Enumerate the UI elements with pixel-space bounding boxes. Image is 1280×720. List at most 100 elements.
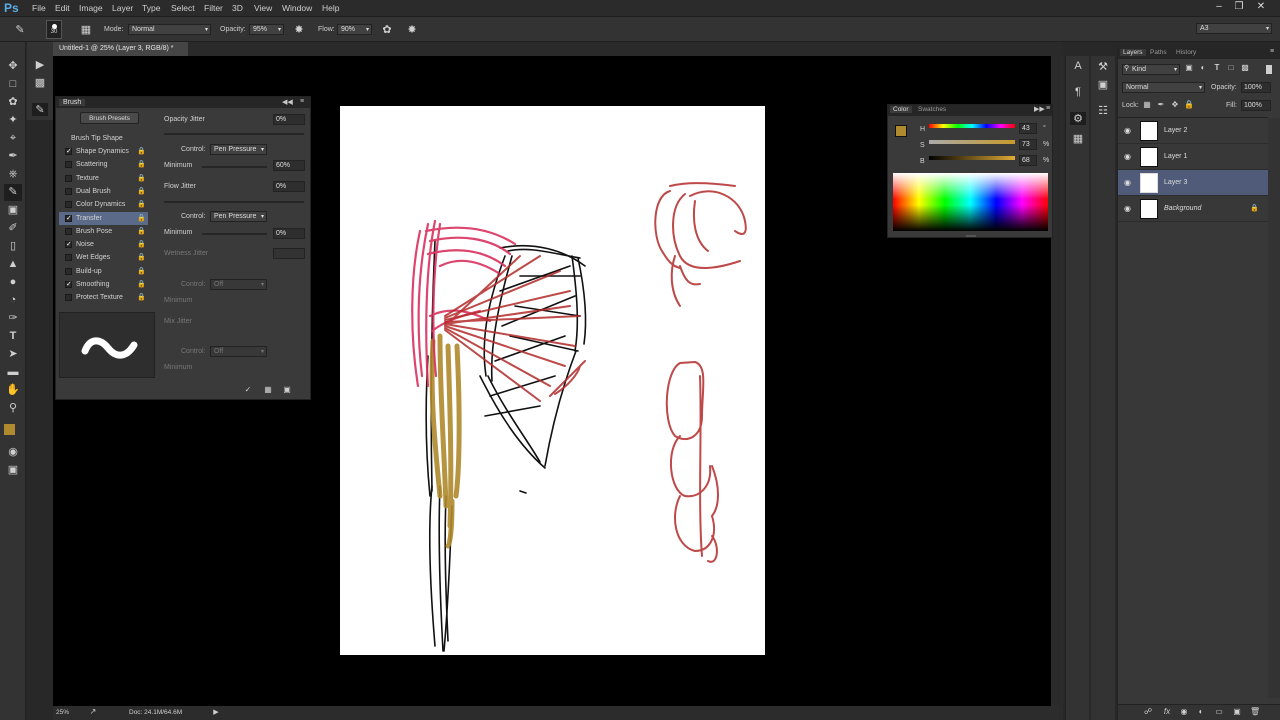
lock-all-icon[interactable]: 🔒 bbox=[1184, 100, 1194, 109]
brush-option-transfer[interactable]: ✓ Transfer 🔒 bbox=[59, 211, 148, 225]
brush-option-protect-texture[interactable]: Protect Texture 🔒 bbox=[59, 291, 148, 304]
airbrush-icon[interactable]: ✿ bbox=[380, 23, 394, 36]
workspace-dropdown[interactable]: A3 bbox=[1196, 23, 1272, 34]
color-panel-resize-handle[interactable] bbox=[966, 235, 976, 237]
color-spectrum[interactable] bbox=[893, 173, 1048, 231]
lock-icon[interactable]: 🔒 bbox=[137, 187, 146, 195]
hue-value[interactable]: 43 bbox=[1019, 123, 1037, 134]
flow-minimum-slider[interactable] bbox=[202, 233, 267, 235]
layer-blend-mode-dropdown[interactable]: Normal bbox=[1122, 82, 1205, 93]
lock-icon[interactable]: 🔒 bbox=[137, 174, 146, 182]
hand-tool-icon[interactable]: ✋ bbox=[4, 382, 22, 399]
flow-input[interactable]: 90% bbox=[337, 24, 372, 35]
menu-select[interactable]: Select bbox=[171, 3, 195, 13]
brush-dock-icon[interactable]: ✎ bbox=[32, 103, 48, 116]
brush-tool-icon[interactable]: ✎ bbox=[4, 184, 22, 201]
layer-filter-kind-dropdown[interactable]: ⚲ Kind bbox=[1122, 64, 1180, 75]
restore-icon[interactable]: ❐ bbox=[1230, 1, 1248, 14]
crop-tool-icon[interactable]: ⌖ bbox=[4, 130, 22, 147]
visibility-eye-icon[interactable]: ◉ bbox=[1124, 152, 1131, 161]
new-preset-icon[interactable]: ▣ bbox=[281, 385, 293, 394]
filter-smart-object-icon[interactable]: ▩ bbox=[1240, 63, 1250, 72]
history-brush-tool-icon[interactable]: ✐ bbox=[4, 220, 22, 237]
canvas[interactable] bbox=[340, 106, 765, 655]
brush-option-brush-pose[interactable]: Brush Pose 🔒 bbox=[59, 225, 148, 238]
brush-option-wet-edges[interactable]: Wet Edges 🔒 bbox=[59, 251, 148, 264]
move-tool-icon[interactable]: ✥ bbox=[4, 58, 22, 75]
mode-dropdown[interactable]: Normal bbox=[128, 24, 211, 35]
menu-help[interactable]: Help bbox=[322, 3, 339, 13]
lock-icon[interactable]: 🔒 bbox=[137, 214, 146, 222]
adjustment-layer-icon[interactable]: ◐ bbox=[1196, 707, 1206, 716]
paragraph-panel-icon[interactable]: ¶ bbox=[1070, 86, 1086, 98]
status-menu-arrow-icon[interactable]: ▶ bbox=[211, 708, 221, 716]
layer-row-background[interactable]: ◉ Background 🔒 bbox=[1118, 196, 1268, 222]
opacity-jitter-slider[interactable] bbox=[164, 133, 304, 135]
opacity-control-dropdown[interactable]: Pen Pressure bbox=[210, 144, 267, 155]
pressure-opacity-icon[interactable]: ✸ bbox=[292, 23, 306, 36]
lock-icon[interactable]: 🔒 bbox=[137, 293, 146, 301]
opacity-input[interactable]: 95% bbox=[249, 24, 284, 35]
brush-option-color-dynamics[interactable]: Color Dynamics 🔒 bbox=[59, 198, 148, 211]
healing-tool-icon[interactable]: ⎈ bbox=[4, 166, 22, 183]
lock-icon[interactable]: 🔒 bbox=[137, 280, 146, 288]
collapse-panel-icon[interactable]: ◀◀ bbox=[282, 98, 293, 106]
clone-source-icon[interactable]: ⚙ bbox=[1070, 112, 1086, 125]
character-panel-icon[interactable]: A bbox=[1070, 60, 1086, 72]
flow-jitter-slider[interactable] bbox=[164, 201, 304, 203]
saturation-value[interactable]: 73 bbox=[1019, 139, 1037, 150]
share-icon[interactable]: ↗ bbox=[88, 707, 98, 716]
flow-jitter-value[interactable]: 0% bbox=[273, 181, 305, 192]
filter-adjustment-icon[interactable]: ◐ bbox=[1198, 63, 1208, 72]
new-group-icon[interactable]: ▭ bbox=[1214, 707, 1224, 716]
opacity-jitter-value[interactable]: 0% bbox=[273, 114, 305, 125]
menu-filter[interactable]: Filter bbox=[204, 3, 223, 13]
properties-icon[interactable]: ☷ bbox=[1095, 104, 1111, 117]
brush-option-noise[interactable]: ✓ Noise 🔒 bbox=[59, 238, 148, 251]
lock-position-icon[interactable]: ✥ bbox=[1170, 100, 1180, 109]
checkbox[interactable] bbox=[65, 267, 72, 275]
blur-tool-icon[interactable]: ● bbox=[4, 274, 22, 291]
menu-view[interactable]: View bbox=[254, 3, 272, 13]
menu-edit[interactable]: Edit bbox=[55, 3, 70, 13]
lock-icon[interactable]: 🔒 bbox=[137, 200, 146, 208]
toggle-grid-icon[interactable]: ▦ bbox=[262, 385, 274, 394]
dodge-tool-icon[interactable]: ◔ bbox=[4, 292, 22, 309]
brush-option-scattering[interactable]: Scattering 🔒 bbox=[59, 158, 148, 171]
lock-icon[interactable]: 🔒 bbox=[137, 160, 146, 168]
checkbox[interactable] bbox=[65, 161, 72, 169]
lock-transparent-icon[interactable]: ▦ bbox=[1142, 100, 1152, 109]
layers-menu-icon[interactable]: ≡ bbox=[1270, 48, 1274, 55]
lock-pixels-icon[interactable]: ✒ bbox=[1156, 100, 1166, 109]
layer-style-icon[interactable]: fx bbox=[1161, 707, 1173, 716]
hue-slider[interactable] bbox=[929, 124, 1015, 128]
color-foreground-swatch[interactable] bbox=[895, 125, 907, 137]
opacity-minimum-slider[interactable] bbox=[202, 166, 267, 168]
opacity-minimum-value[interactable]: 60% bbox=[273, 160, 305, 171]
checkbox[interactable] bbox=[65, 187, 72, 195]
layers-scrollbar[interactable] bbox=[1268, 118, 1280, 698]
lock-icon[interactable]: 🔒 bbox=[137, 267, 146, 275]
brightness-slider[interactable] bbox=[929, 156, 1015, 160]
saturation-slider[interactable] bbox=[929, 140, 1015, 144]
checkbox[interactable] bbox=[65, 201, 72, 209]
filter-toggle[interactable] bbox=[1266, 65, 1272, 74]
panel-menu-icon[interactable]: ≡ bbox=[300, 98, 304, 105]
checkbox[interactable] bbox=[65, 294, 72, 302]
path-select-tool-icon[interactable]: ➤ bbox=[4, 346, 22, 363]
add-mask-icon[interactable]: ◉ bbox=[1179, 707, 1189, 716]
minimize-icon[interactable]: – bbox=[1210, 1, 1228, 14]
checkbox[interactable]: ✓ bbox=[65, 281, 72, 288]
eyedropper-tool-icon[interactable]: ✒ bbox=[4, 148, 22, 165]
menu-3d[interactable]: 3D bbox=[232, 3, 243, 13]
checkbox[interactable]: ✓ bbox=[65, 241, 72, 249]
zoom-level[interactable]: 25% bbox=[56, 709, 69, 716]
color-tab[interactable]: Color bbox=[890, 106, 912, 113]
brush-preset-picker[interactable]: 30 bbox=[46, 20, 62, 39]
color-menu-icon[interactable]: ≡ bbox=[1046, 105, 1050, 112]
foreground-color-swatch[interactable] bbox=[4, 424, 15, 435]
link-layers-icon[interactable]: ☍ bbox=[1143, 707, 1153, 716]
paint-bucket-tool-icon[interactable]: ▲ bbox=[4, 256, 22, 273]
eraser-tool-icon[interactable]: ▯ bbox=[4, 238, 22, 255]
brush-presets-dock-icon[interactable]: ▩ bbox=[33, 76, 47, 89]
